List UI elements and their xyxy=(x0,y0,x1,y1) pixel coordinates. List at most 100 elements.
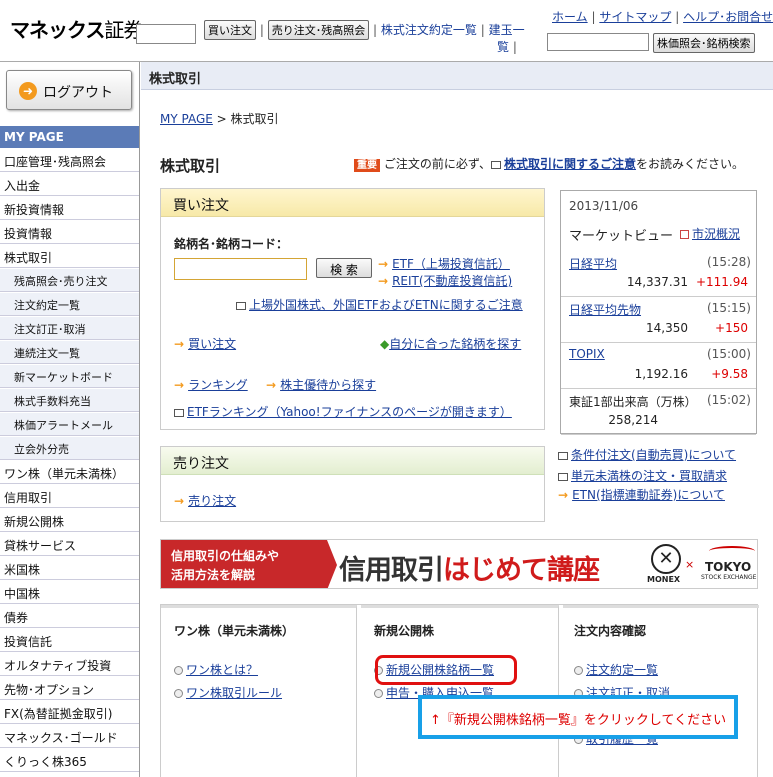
banner-main-1: 信用取引 xyxy=(339,555,444,586)
margin-course-banner[interactable]: 信用取引の仕組みや 活用方法を解説 信用取引はじめて講座 ✕ MONEX × T… xyxy=(160,539,758,589)
sidebar-item[interactable]: 米国株 xyxy=(0,557,139,580)
market-row: 東証1部出来高（万株） (15:02) 258,214 xyxy=(561,389,756,435)
arrow-icon: → xyxy=(174,494,185,508)
market-index-value: 14,350 xyxy=(646,321,688,335)
market-view-panel: 2013/11/06 マーケットビュー 市況概況 日経平均 (15:28) 14,3… xyxy=(560,190,757,435)
foreign-note-row: 上場外国株式、外国ETFおよびETNに関するご注意 xyxy=(236,296,523,313)
sell-order-link[interactable]: 売り注文 xyxy=(188,494,236,508)
logout-button[interactable]: ➜ ログアウト xyxy=(6,70,132,110)
beginner-mark-icon: ◆ xyxy=(380,337,390,351)
sidebar-item[interactable]: 投資情報 xyxy=(0,221,139,244)
position-list-link[interactable]: 建玉一 xyxy=(489,23,525,37)
bullet-icon xyxy=(574,666,583,675)
stock-code-label: 銘柄名･銘柄コード： xyxy=(174,237,289,251)
sidebar-item[interactable]: 貸株サービス xyxy=(0,533,139,556)
quick-code-input[interactable] xyxy=(136,24,196,44)
sidebar-item[interactable]: 債券 xyxy=(0,605,139,628)
banner-left-panel: 信用取引の仕組みや 活用方法を解説 xyxy=(161,540,327,588)
buy-order-link[interactable]: 買い注文 xyxy=(188,337,236,351)
conditional-order-link[interactable]: 条件付注文(自動売買)について xyxy=(571,448,736,462)
etf-ranking-link[interactable]: ETFランキング（Yahoo!ファイナンスのページが開きます） xyxy=(187,405,512,419)
page-title: 株式取引 xyxy=(160,157,221,175)
find-suitable-link[interactable]: 自分に合った銘柄を探す xyxy=(389,337,521,351)
sidebar-item[interactable]: マネックス･ゴールド xyxy=(0,725,139,748)
sidebar-item[interactable]: 立会外分売 xyxy=(0,437,139,460)
etf-link[interactable]: ETF（上場投資信託） xyxy=(392,257,510,271)
market-row: 日経平均先物 (15:15) 14,350 +150 xyxy=(561,297,756,343)
sidebar-item[interactable]: 投資信託 xyxy=(0,629,139,652)
sidebar-item[interactable]: くりっく株365 xyxy=(0,749,139,772)
breadcrumb-mypage-link[interactable]: MY PAGE xyxy=(160,112,213,126)
sidebar-item[interactable]: 新投資情報 xyxy=(0,197,139,220)
sidebar-item[interactable]: 中国株 xyxy=(0,581,139,604)
stock-search-btn-wrap: 株価照会･銘柄検索 xyxy=(653,33,755,53)
sidebar-item[interactable]: 新規公開株 xyxy=(0,509,139,532)
sell-order-row: → 売り注文 xyxy=(174,492,236,509)
bullet-icon xyxy=(174,666,183,675)
stock-search-button[interactable]: 株価照会･銘柄検索 xyxy=(653,33,755,53)
contract-list-link[interactable]: 株式注文約定一覧 xyxy=(381,23,477,37)
sidebar-item[interactable]: 残高照会･売り注文 xyxy=(0,269,139,292)
chart-icon xyxy=(680,230,689,239)
reit-link[interactable]: REIT(不動産投資信託) xyxy=(392,274,512,288)
help-link[interactable]: ヘルプ･お問合せ xyxy=(683,10,773,24)
col-order-title: 注文内容確認 xyxy=(574,624,647,638)
ranking-link[interactable]: ランキング xyxy=(188,378,248,392)
sidebar-item[interactable]: 注文訂正･取消 xyxy=(0,317,139,340)
market-index-name[interactable]: 日経平均 xyxy=(569,255,617,272)
market-index-time: (15:02) xyxy=(707,393,751,407)
market-index-change: +150 xyxy=(715,321,748,335)
sidebar-item[interactable]: 株価アラートメール xyxy=(0,413,139,436)
position-list-link-2[interactable]: 覧 xyxy=(497,40,509,54)
market-index-name[interactable]: TOPIX xyxy=(569,347,605,361)
buy-order-button[interactable]: 買い注文 xyxy=(204,20,256,40)
market-index-value: 14,337.31 xyxy=(626,275,688,289)
foreign-note-link[interactable]: 上場外国株式、外国ETFおよびETNに関するご注意 xyxy=(249,298,523,312)
sidebar-item[interactable]: 信用取引 xyxy=(0,485,139,508)
sidebar-item[interactable]: 注文約定一覧 xyxy=(0,293,139,316)
col-oneshare-title: ワン株（単元未満株） xyxy=(174,624,295,638)
notice-link[interactable]: 株式取引に関するご注意 xyxy=(504,157,636,171)
sidebar-item[interactable]: 株式取引 xyxy=(0,245,139,268)
sidebar-item[interactable]: 新マーケットボード xyxy=(0,365,139,388)
sitemap-link[interactable]: サイトマップ xyxy=(599,10,671,24)
sidebar-item[interactable]: オルタナティブ投資 xyxy=(0,653,139,676)
monex-logo[interactable]: マネックス証券 xyxy=(10,14,143,43)
highlight-circle xyxy=(375,655,517,685)
stock-code-input[interactable] xyxy=(174,258,307,280)
odd-lot-link[interactable]: 単元未満株の注文・買取請求 xyxy=(571,469,727,483)
sidebar-item[interactable]: 連続注文一覧 xyxy=(0,341,139,364)
home-link[interactable]: ホーム xyxy=(552,10,588,24)
arrow-icon: → xyxy=(558,488,569,502)
order-contract-link[interactable]: 注文約定一覧 xyxy=(586,663,658,677)
banner-monex: MONEX xyxy=(647,575,681,584)
breadcrumb-sep: > xyxy=(212,112,231,126)
buy-order-box-title: 買い注文 xyxy=(161,189,544,217)
sell-order-button[interactable]: 売り注文･残高照会 xyxy=(267,20,370,40)
sidebar-item[interactable]: 入出金 xyxy=(0,173,139,196)
oneshare-rules-link[interactable]: ワン株取引ルール xyxy=(186,686,282,700)
window-icon xyxy=(174,408,184,417)
sidebar-item[interactable]: 株式手数料充当 xyxy=(0,389,139,412)
bullet-icon xyxy=(174,689,183,698)
header: マネックス証券 買い注文 | 売り注文･残高照会 | 株式注文約定一覧 | 建玉… xyxy=(0,0,773,62)
etn-link[interactable]: ETN(指標連動証券)について xyxy=(572,488,725,502)
search-button[interactable]: 検 索 xyxy=(316,258,372,278)
market-overview-link[interactable]: 市況概況 xyxy=(692,227,740,241)
market-index-name[interactable]: 日経平均先物 xyxy=(569,301,641,318)
sidebar-item[interactable]: 先物･オプション xyxy=(0,677,139,700)
breadcrumb-current: 株式取引 xyxy=(230,112,279,126)
sidebar-item[interactable]: ワン株（単元未満株） xyxy=(0,461,139,484)
banner-tokyo: TOKYO xyxy=(705,560,752,574)
oneshare-about-link[interactable]: ワン株とは？ xyxy=(186,663,258,677)
market-index-change: +9.58 xyxy=(711,367,748,381)
market-index-time: (15:00) xyxy=(707,347,751,361)
header-search-input[interactable] xyxy=(547,33,649,51)
sidebar-item[interactable]: 口座管理･残高照会 xyxy=(0,149,139,172)
window-icon xyxy=(558,451,568,460)
ranking-row: → ランキング xyxy=(174,376,248,393)
yutai-link[interactable]: 株主優待から探す xyxy=(280,378,376,392)
market-index-change: +111.94 xyxy=(695,275,748,289)
sidebar-item[interactable]: FX(為替証拠金取引) xyxy=(0,701,139,724)
mypage-header[interactable]: MY PAGE xyxy=(0,126,139,148)
